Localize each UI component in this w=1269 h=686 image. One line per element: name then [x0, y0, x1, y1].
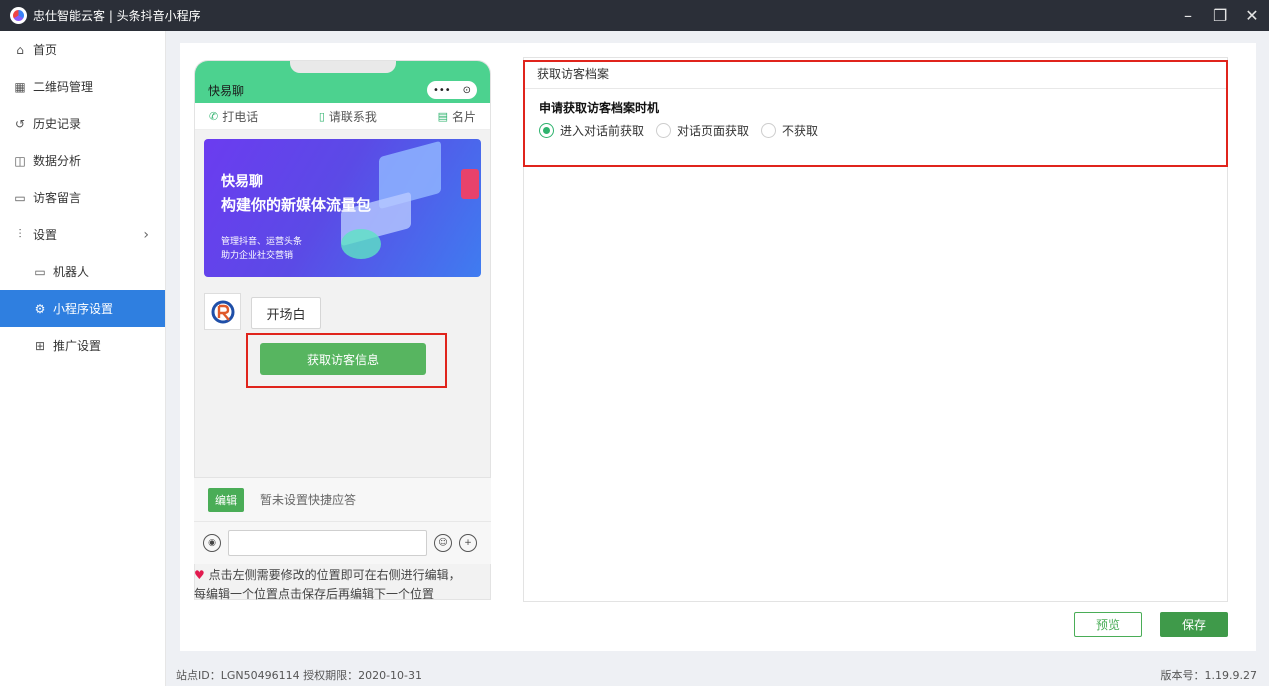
app-logo-icon	[10, 7, 27, 24]
sidebar-item-label: 设置	[33, 228, 58, 242]
message-icon: ▭	[14, 190, 26, 205]
opening-message-chip[interactable]: 开场白	[251, 297, 321, 329]
close-icon[interactable]: ✕	[1245, 6, 1259, 25]
sidebar-item-label: 机器人	[53, 265, 90, 279]
edit-button[interactable]: 编辑	[208, 487, 244, 512]
highlight-box-panel	[523, 60, 1228, 167]
window-controls: – ❐ ✕	[1181, 0, 1259, 31]
banner-line4: 助力企业社交营销	[221, 251, 294, 261]
banner-line3: 管理抖音、运营头条	[221, 237, 303, 247]
phone-title: 快易聊	[208, 84, 245, 98]
heart-icon: ♥	[194, 568, 205, 582]
no-quick-reply-text: 暂未设置快捷应答	[260, 493, 357, 507]
sidebar: ⌂ 首页 ▦ 二维码管理 ↺ 历史记录 ◫ 数据分析 ▭ 访客留言 ⫶ 设置 ›…	[0, 31, 166, 686]
version-info: 版本号：1.19.9.27	[1160, 668, 1257, 682]
action-label: 名片	[451, 109, 476, 124]
phone-header[interactable]: 快易聊 ••• ⊙	[195, 61, 490, 103]
grid-icon: ⊞	[34, 338, 46, 353]
hint-line2: 每编辑一个位置点击保存后再编辑下一个位置	[194, 587, 435, 601]
highlight-box-get-info	[246, 333, 447, 388]
sidebar-item-label: 访客留言	[33, 191, 82, 205]
more-dots-icon: •••	[432, 84, 451, 96]
sidebar-item-miniprogram-settings[interactable]: ⚙ 小程序设置	[0, 290, 165, 327]
preview-button[interactable]: 预览	[1074, 612, 1142, 637]
contact-me-action[interactable]: ▯ 请联系我	[319, 108, 377, 125]
robot-icon: ▭	[34, 264, 46, 279]
bot-avatar[interactable]	[204, 293, 241, 330]
status-bar: 站点ID：LGN50496114 授权期限：2020-10-31 版本号：1.1…	[166, 663, 1269, 686]
message-input-row: ◉ ☺ +	[194, 522, 491, 564]
call-action[interactable]: ✆ 打电话	[209, 108, 258, 125]
analytics-icon: ◫	[14, 153, 26, 168]
sidebar-item-label: 小程序设置	[53, 302, 114, 316]
minimize-icon[interactable]: –	[1181, 6, 1195, 25]
qrcode-icon: ▦	[14, 79, 26, 94]
sidebar-item-label: 推广设置	[53, 339, 102, 353]
sidebar-item-qrcode[interactable]: ▦ 二维码管理	[0, 68, 165, 105]
sidebar-item-label: 二维码管理	[33, 80, 94, 94]
gear-icon: ⚙	[34, 301, 46, 316]
banner-decoration	[341, 229, 381, 259]
phone-notch	[290, 61, 396, 73]
history-icon: ↺	[14, 116, 26, 131]
title-bar: 忠仕智能云客 | 头条抖音小程序 – ❐ ✕	[0, 0, 1269, 31]
banner-line1: 快易聊	[221, 174, 263, 190]
hint-line1: 点击左侧需要修改的位置即可在右侧进行编辑，	[204, 568, 461, 582]
message-input[interactable]	[228, 530, 427, 556]
business-card-action[interactable]: ▤ 名片	[438, 108, 476, 125]
mobile-icon: ▯	[318, 109, 325, 123]
voice-icon[interactable]: ◉	[203, 534, 221, 552]
brand-logo-icon	[211, 300, 234, 323]
save-button[interactable]: 保存	[1160, 612, 1228, 637]
plus-icon[interactable]: +	[459, 534, 477, 552]
sidebar-item-analytics[interactable]: ◫ 数据分析	[0, 142, 165, 179]
banner-line2: 构建你的新媒体流量包	[221, 196, 372, 214]
window-title: 忠仕智能云客 | 头条抖音小程序	[33, 9, 201, 23]
quick-reply-bar: 编辑 暂未设置快捷应答	[194, 478, 491, 522]
phone-icon: ✆	[209, 109, 219, 123]
phone-capsule: ••• ⊙	[427, 81, 477, 99]
edit-hint: ♥ 点击左侧需要修改的位置即可在右侧进行编辑， 每编辑一个位置点击保存后再编辑下…	[194, 566, 494, 604]
sidebar-item-robot[interactable]: ▭ 机器人	[0, 253, 165, 290]
card-icon: ▤	[437, 109, 448, 123]
site-info: 站点ID：LGN50496114 授权期限：2020-10-31	[176, 668, 423, 682]
emoji-icon[interactable]: ☺	[434, 534, 452, 552]
promo-banner[interactable]: 快易聊 构建你的新媒体流量包 管理抖音、运营头条 助力企业社交营销	[204, 139, 481, 277]
sidebar-item-messages[interactable]: ▭ 访客留言	[0, 179, 165, 216]
sidebar-item-promotion-settings[interactable]: ⊞ 推广设置	[0, 327, 165, 364]
home-icon: ⌂	[16, 42, 24, 57]
action-label: 打电话	[222, 109, 259, 124]
action-label: 请联系我	[328, 109, 377, 124]
sidebar-item-home[interactable]: ⌂ 首页	[0, 31, 165, 68]
settings-sliders-icon: ⫶	[18, 227, 22, 241]
target-icon: ⊙	[462, 84, 472, 96]
sidebar-item-label: 首页	[33, 43, 58, 57]
phone-action-bar[interactable]: ✆ 打电话 ▯ 请联系我 ▤ 名片	[195, 103, 490, 130]
sidebar-item-history[interactable]: ↺ 历史记录	[0, 105, 165, 142]
sidebar-item-label: 历史记录	[33, 117, 82, 131]
sidebar-item-settings[interactable]: ⫶ 设置 ›	[0, 216, 165, 253]
banner-decoration	[461, 169, 479, 199]
chevron-right-icon: ›	[143, 226, 149, 243]
phone-bottom-bar: 编辑 暂未设置快捷应答 ◉ ☺ +	[194, 477, 491, 564]
sidebar-item-label: 数据分析	[33, 154, 82, 168]
restore-icon[interactable]: ❐	[1213, 6, 1227, 25]
